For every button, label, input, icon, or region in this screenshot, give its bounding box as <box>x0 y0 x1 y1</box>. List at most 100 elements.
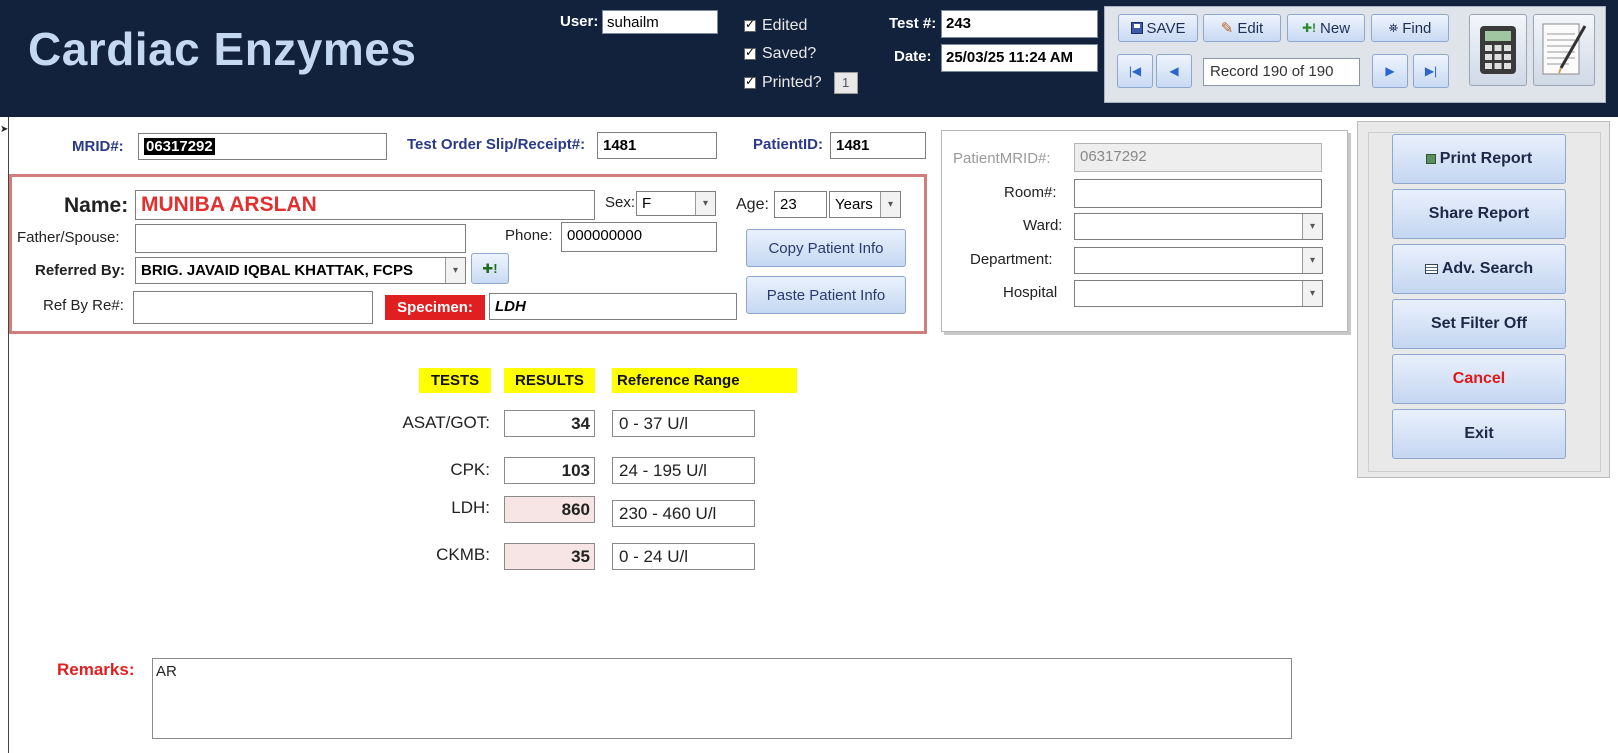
ref-by-re-field[interactable] <box>133 291 373 324</box>
adv-search-button[interactable]: Adv. Search <box>1392 244 1566 294</box>
remarks-field[interactable]: AR <box>152 658 1292 739</box>
paste-patient-info-button[interactable]: Paste Patient Info <box>746 276 906 314</box>
next-record-button[interactable]: ▶ <box>1372 54 1408 88</box>
specimen-label: Specimen: <box>385 295 485 320</box>
chevron-down-icon: ▾ <box>1302 248 1322 273</box>
cancel-button[interactable]: Cancel <box>1392 354 1566 404</box>
phone-label: Phone: <box>505 227 553 244</box>
hospital-label: Hospital <box>1003 284 1058 301</box>
binoculars-icon: ⛯ <box>1388 20 1399 35</box>
specimen-field[interactable]: LDH <box>489 293 737 320</box>
printed-checkbox[interactable] <box>744 74 756 89</box>
patient-name-field[interactable]: MUNIBA ARSLAN <box>135 190 595 220</box>
father-spouse-field[interactable] <box>135 224 466 253</box>
room-field[interactable] <box>1074 179 1322 208</box>
calculator-button[interactable] <box>1469 14 1527 86</box>
add-referrer-button[interactable]: ✚! <box>471 253 509 284</box>
chevron-down-icon: ▾ <box>445 258 465 283</box>
ward-select[interactable]: ▾ <box>1074 213 1323 240</box>
receipt-field[interactable]: 1481 <box>597 132 717 159</box>
tests-column-header: TESTS <box>419 368 491 393</box>
reference-field-ckmb[interactable]: 0 - 24 U/l <box>612 543 755 570</box>
record-position: Record 190 of 190 <box>1203 58 1360 86</box>
result-field-ldh[interactable]: 860 <box>504 496 595 523</box>
user-label: User: <box>560 13 599 30</box>
add-icon: ✚! <box>482 260 498 276</box>
patient-id-label: PatientID: <box>753 136 824 153</box>
mrid-label: MRID#: <box>72 138 124 155</box>
department-label: Department: <box>970 251 1053 268</box>
name-label: Name: <box>64 194 129 217</box>
referred-by-label: Referred By: <box>35 262 126 279</box>
floppy-disk-icon <box>1130 22 1143 34</box>
first-record-button[interactable]: |◀ <box>1117 54 1153 88</box>
test-no-label: Test #: <box>889 15 937 32</box>
find-button[interactable]: ⛯ Find <box>1371 14 1449 42</box>
previous-icon: ◀ <box>1169 64 1179 78</box>
reference-range-column-header: Reference Range <box>612 368 797 393</box>
reference-field-asat[interactable]: 0 - 37 U/l <box>612 410 755 437</box>
calculator-icon <box>1480 26 1516 74</box>
hospital-select[interactable]: ▾ <box>1074 280 1323 307</box>
department-select[interactable]: ▾ <box>1074 247 1323 274</box>
date-label: Date: <box>894 48 932 65</box>
chevron-down-icon: ▾ <box>695 192 715 215</box>
father-spouse-label: Father/Spouse: <box>17 229 120 246</box>
result-field-cpk[interactable]: 103 <box>504 457 595 484</box>
chevron-down-icon: ▾ <box>880 192 900 217</box>
sex-select[interactable]: F ▾ <box>636 191 716 216</box>
result-field-asat[interactable]: 34 <box>504 410 595 437</box>
previous-record-button[interactable]: ◀ <box>1156 54 1192 88</box>
patient-id-field[interactable]: 1481 <box>830 132 926 159</box>
set-filter-off-button[interactable]: Set Filter Off <box>1392 299 1566 349</box>
printed-label: Printed? <box>762 74 822 91</box>
saved-checkbox-row[interactable]: Saved? <box>744 45 816 63</box>
new-record-icon: ✚! <box>1301 21 1317 35</box>
result-field-ckmb[interactable]: 35 <box>504 543 595 570</box>
form-title: Cardiac Enzymes <box>28 23 417 75</box>
edited-label: Edited <box>762 17 808 34</box>
chevron-down-icon: ▾ <box>1302 214 1322 239</box>
phone-field[interactable]: 000000000 <box>561 222 717 252</box>
referred-by-select[interactable]: BRIG. JAVAID IQBAL KHATTAK, FCPS ▾ <box>135 257 466 284</box>
date-field[interactable]: 25/03/25 11:24 AM <box>941 44 1098 72</box>
edit-button[interactable]: ✎ Edit <box>1203 14 1281 42</box>
printer-icon <box>1425 154 1436 164</box>
patient-mrid-label: PatientMRID#: <box>953 150 1051 167</box>
new-button[interactable]: ✚! New <box>1287 14 1365 42</box>
remarks-label: Remarks: <box>57 660 135 679</box>
age-field[interactable]: 23 <box>774 191 827 218</box>
next-icon: ▶ <box>1385 64 1395 78</box>
share-report-button[interactable]: Share Report <box>1392 189 1566 239</box>
copy-patient-info-button[interactable]: Copy Patient Info <box>746 229 906 267</box>
edited-checkbox[interactable] <box>744 17 756 32</box>
notes-button[interactable] <box>1533 14 1595 86</box>
age-unit-select[interactable]: Years ▾ <box>829 191 901 218</box>
last-record-button[interactable]: ▶| <box>1413 54 1449 88</box>
save-button[interactable]: SAVE <box>1118 14 1198 42</box>
reference-field-ldh[interactable]: 230 - 460 U/l <box>612 500 755 527</box>
receipt-label: Test Order Slip/Receipt#: <box>407 136 586 153</box>
notepad-pen-icon <box>1542 23 1587 75</box>
printed-checkbox-row[interactable]: Printed? 1 <box>744 72 858 94</box>
edited-checkbox-row[interactable]: Edited <box>744 17 807 35</box>
print-report-button[interactable]: Print Report <box>1392 134 1566 184</box>
list-search-icon <box>1424 264 1438 274</box>
mrid-field[interactable]: 06317292 <box>138 133 387 160</box>
action-panel: Print Report Share Report Adv. Search Se… <box>1357 121 1610 478</box>
record-selector-icon: ➤ <box>0 124 9 135</box>
sex-label: Sex: <box>605 194 636 211</box>
reference-field-cpk[interactable]: 24 - 195 U/l <box>612 457 755 484</box>
test-no-field[interactable]: 243 <box>941 10 1098 38</box>
saved-label: Saved? <box>762 45 817 62</box>
ward-label: Ward: <box>1023 217 1063 234</box>
age-label: Age: <box>736 196 769 213</box>
last-record-icon: ▶| <box>1424 64 1438 78</box>
saved-checkbox[interactable] <box>744 45 756 60</box>
patient-mrid-field: 06317292 <box>1074 143 1322 172</box>
pencil-icon: ✎ <box>1220 20 1234 37</box>
exit-button[interactable]: Exit <box>1392 409 1566 459</box>
printed-count: 1 <box>833 72 858 94</box>
user-field[interactable]: suhailm <box>602 10 718 34</box>
room-label: Room#: <box>1004 184 1057 201</box>
